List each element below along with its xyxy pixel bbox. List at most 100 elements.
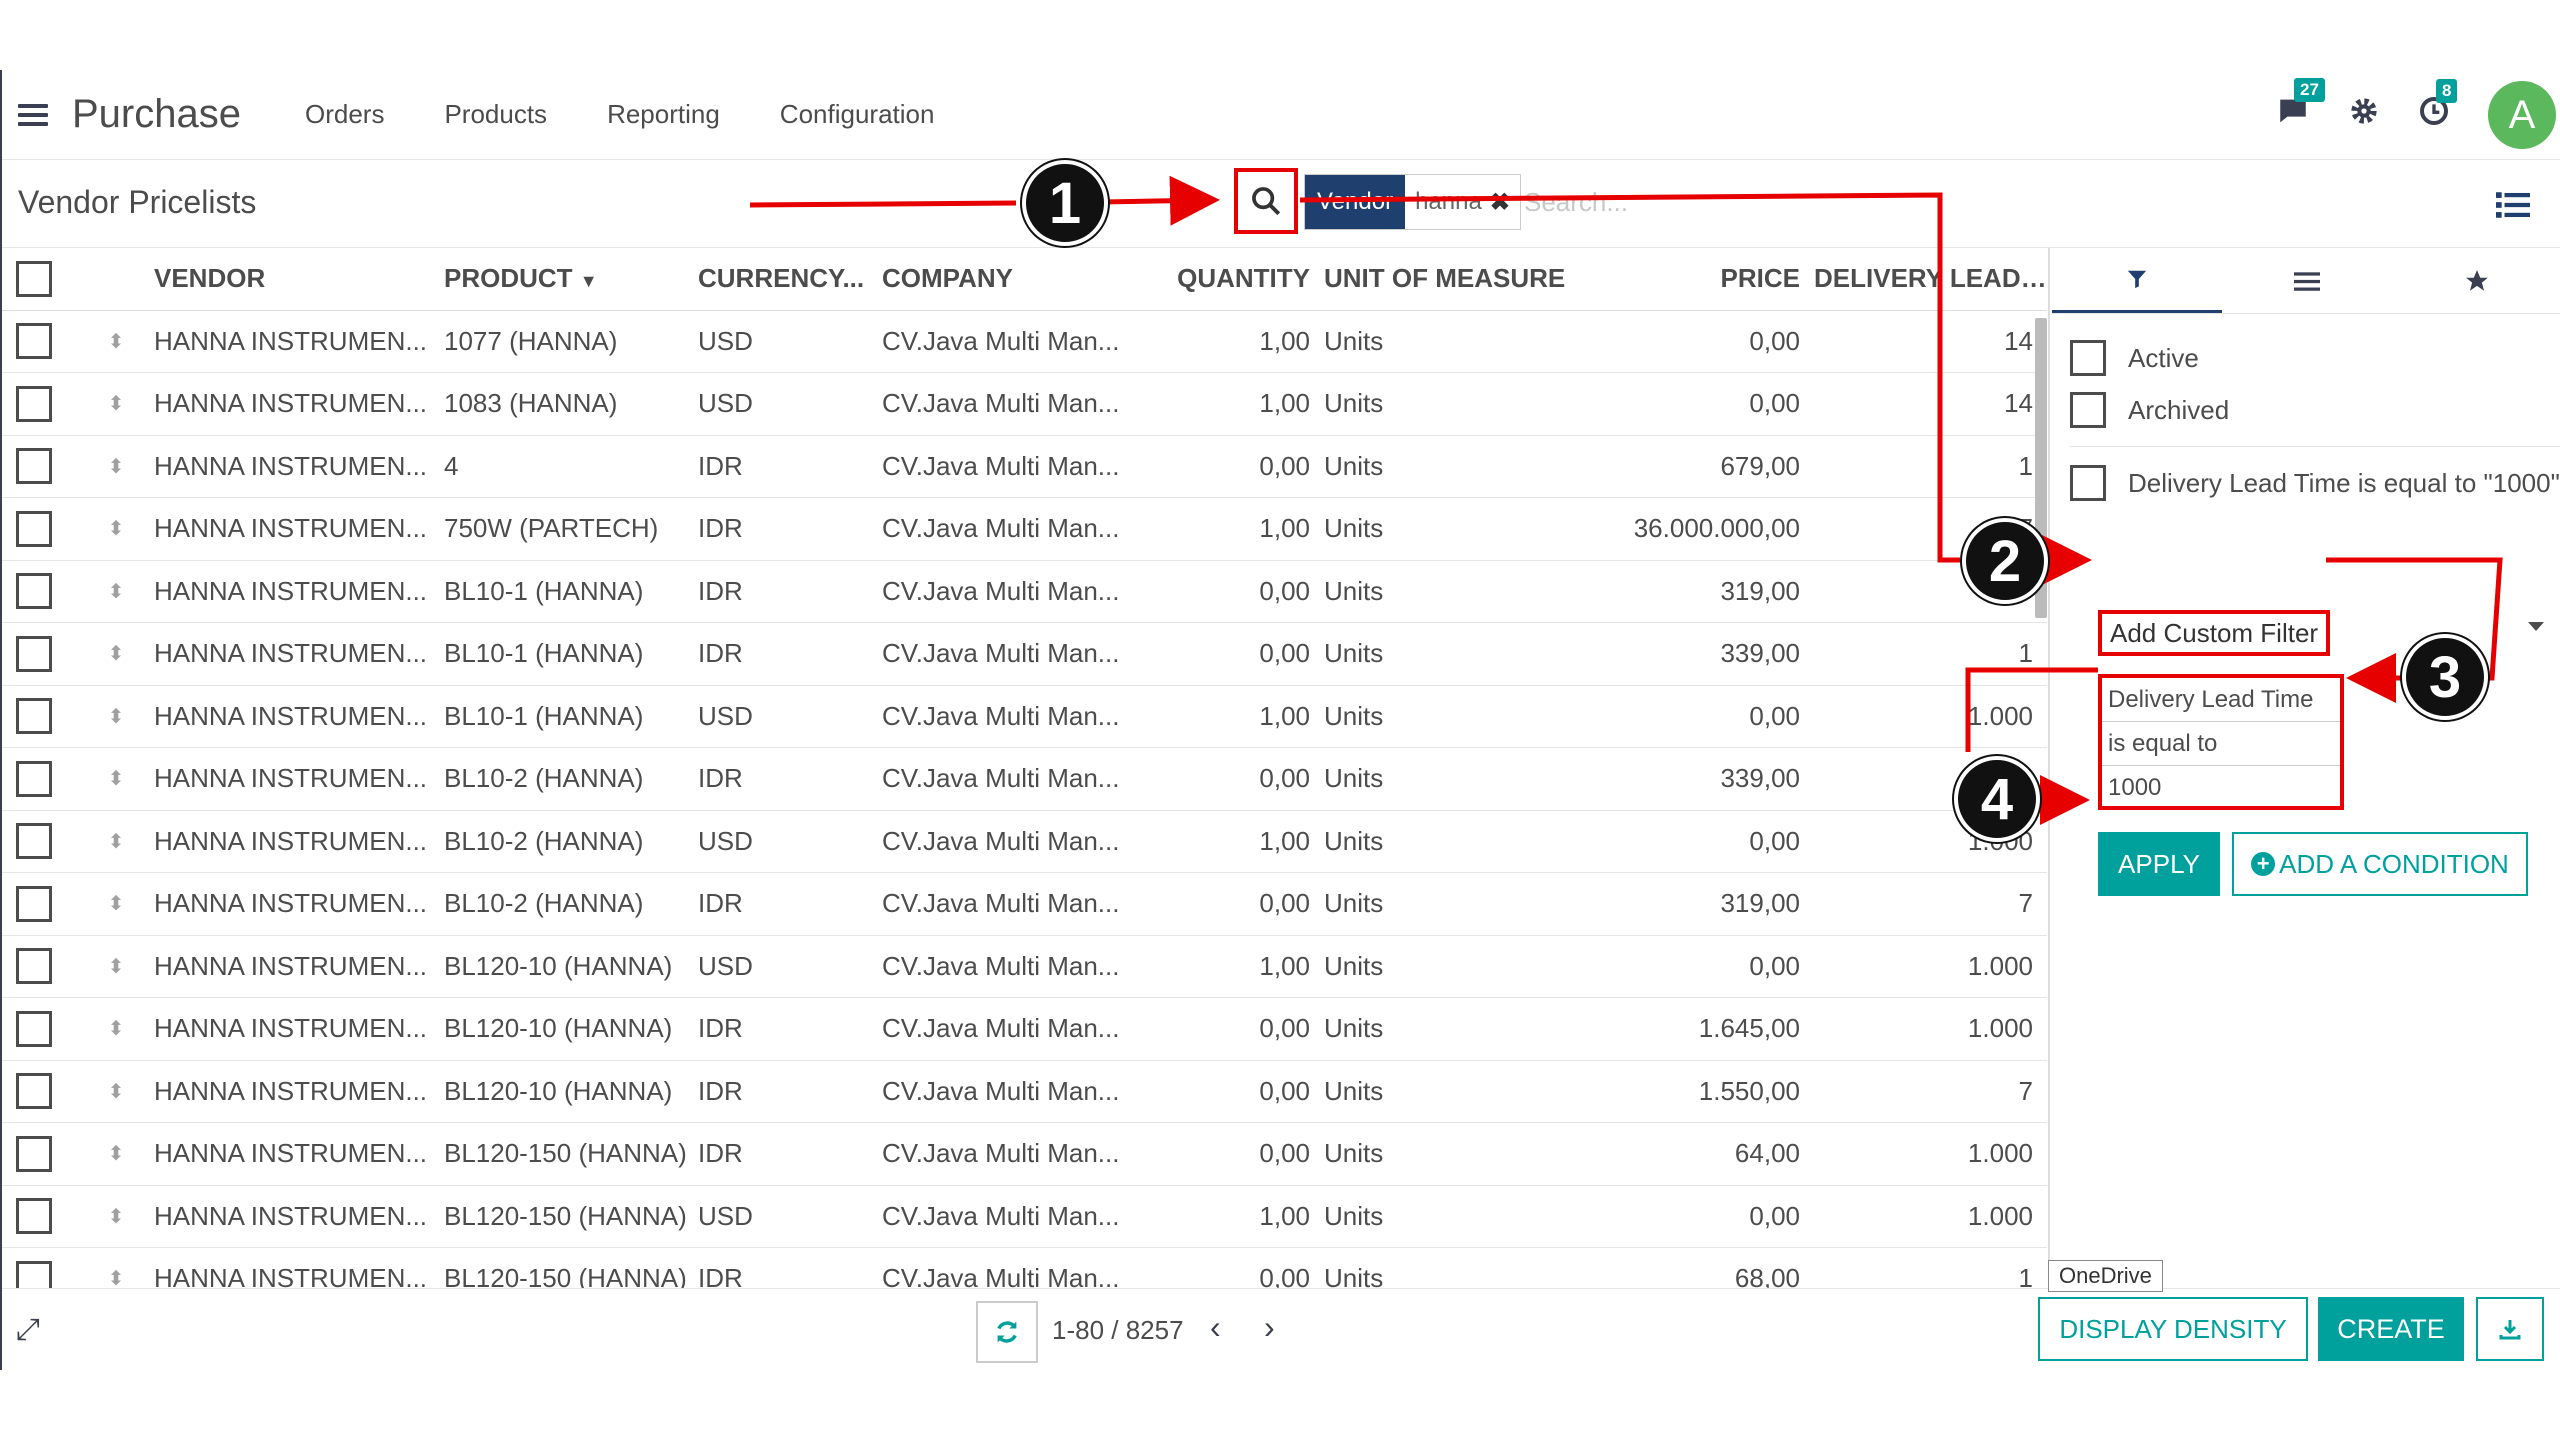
filter-archived[interactable]: Archived: [2052, 384, 2560, 436]
hamburger-menu-icon[interactable]: [18, 103, 48, 126]
row-drag-handle-icon[interactable]: ⬍: [78, 747, 154, 811]
facet-remove-icon[interactable]: ✖: [1490, 188, 1510, 217]
tab-filters[interactable]: [2052, 248, 2222, 313]
row-select-cell[interactable]: [2, 810, 78, 873]
table-row[interactable]: ⬍ HANNA INSTRUMEN... BL10-1 (HANNA) IDR CV.J…: [2, 560, 2047, 623]
header-company[interactable]: COMPANY: [882, 248, 1152, 311]
add-custom-filter-toggle[interactable]: Add Custom Filter: [2098, 610, 2331, 656]
table-row[interactable]: ⬍ HANNA INSTRUMEN... BL10-2 (HANNA) IDR CV.J…: [2, 872, 2047, 936]
table-row[interactable]: ⬍ HANNA INSTRUMEN... 1083 (HANNA) USD CV.Jav…: [2, 372, 2047, 436]
row-drag-handle-icon[interactable]: ⬍: [78, 622, 154, 686]
header-price[interactable]: PRICE: [1584, 248, 1814, 311]
row-checkbox[interactable]: [16, 510, 52, 547]
table-row[interactable]: ⬍ HANNA INSTRUMEN... BL120-150 (HANNA) IDR C…: [2, 1122, 2047, 1186]
row-drag-handle-icon[interactable]: ⬍: [78, 1185, 154, 1248]
row-drag-handle-icon[interactable]: ⬍: [78, 1122, 154, 1186]
table-row[interactable]: ⬍ HANNA INSTRUMEN... BL10-2 (HANNA) IDR CV.J…: [2, 747, 2047, 811]
menu-configuration[interactable]: Configuration: [780, 99, 935, 130]
filter-custom-lead-time[interactable]: Delivery Lead Time is equal to "1000": [2052, 457, 2560, 509]
refresh-button[interactable]: [976, 1301, 1038, 1363]
table-row[interactable]: ⬍ HANNA INSTRUMEN... BL120-10 (HANNA) USD CV…: [2, 935, 2047, 998]
row-drag-handle-icon[interactable]: ⬍: [78, 872, 154, 936]
row-drag-handle-icon[interactable]: ⬍: [78, 997, 154, 1061]
display-density-button[interactable]: DISPLAY DENSITY: [2038, 1297, 2308, 1361]
row-drag-handle-icon[interactable]: ⬍: [78, 1247, 154, 1288]
row-select-cell[interactable]: [2, 935, 78, 998]
table-row[interactable]: ⬍ HANNA INSTRUMEN... BL10-1 (HANNA) IDR CV.J…: [2, 622, 2047, 686]
row-select-cell[interactable]: [2, 622, 78, 686]
row-checkbox[interactable]: [16, 698, 52, 735]
header-lead-time[interactable]: DELIVERY LEAD T... ⋮: [1814, 248, 2047, 311]
row-checkbox[interactable]: [16, 1135, 52, 1172]
table-row[interactable]: ⬍ HANNA INSTRUMEN... BL120-150 (HANNA) IDR C…: [2, 1247, 2047, 1288]
table-row[interactable]: ⬍ HANNA INSTRUMEN... 4 IDR CV.Java Multi Man…: [2, 435, 2047, 498]
search-button[interactable]: [1234, 168, 1298, 234]
activity-clock-icon[interactable]: 8: [2418, 78, 2458, 136]
row-checkbox[interactable]: [16, 1260, 52, 1288]
condition-field-select[interactable]: Delivery Lead Time: [2102, 678, 2340, 722]
menu-products[interactable]: Products: [444, 99, 547, 130]
row-select-cell[interactable]: [2, 747, 78, 811]
table-row[interactable]: ⬍ HANNA INSTRUMEN... 1077 (HANNA) USD CV.Jav…: [2, 310, 2047, 373]
row-checkbox[interactable]: [16, 573, 52, 610]
search-input[interactable]: [1524, 180, 1924, 224]
pager-next-icon[interactable]: ›: [1264, 1309, 1275, 1346]
header-currency[interactable]: CURRENCY...: [698, 248, 882, 311]
row-select-cell[interactable]: [2, 1185, 78, 1248]
select-all-cell[interactable]: [2, 248, 78, 311]
row-checkbox[interactable]: [16, 885, 52, 922]
condition-operator-select[interactable]: is equal to: [2102, 722, 2340, 766]
row-select-cell[interactable]: [2, 872, 78, 936]
search-facet[interactable]: Vendor hanna ✖: [1304, 174, 1521, 230]
row-select-cell[interactable]: [2, 310, 78, 373]
filter-custom-checkbox[interactable]: [2070, 465, 2106, 501]
row-checkbox[interactable]: [16, 1198, 52, 1235]
row-drag-handle-icon[interactable]: ⬍: [78, 435, 154, 498]
pager-value[interactable]: 1-80 / 8257: [1052, 1315, 1184, 1346]
select-all-checkbox[interactable]: [16, 260, 52, 297]
header-product[interactable]: PRODUCT ▼: [444, 248, 698, 311]
filter-archived-checkbox[interactable]: [2070, 392, 2106, 428]
condition-value-input[interactable]: 1000: [2102, 766, 2340, 810]
row-checkbox[interactable]: [16, 1010, 52, 1047]
avatar[interactable]: A: [2488, 81, 2556, 149]
create-button[interactable]: CREATE: [2318, 1297, 2464, 1361]
row-select-cell[interactable]: [2, 1247, 78, 1288]
table-row[interactable]: ⬍ HANNA INSTRUMEN... BL120-10 (HANNA) IDR CV…: [2, 997, 2047, 1061]
header-quantity[interactable]: QUANTITY: [1152, 248, 1324, 311]
tab-group-by[interactable]: [2222, 248, 2392, 313]
row-drag-handle-icon[interactable]: ⬍: [78, 810, 154, 873]
download-button[interactable]: [2476, 1297, 2544, 1361]
row-checkbox[interactable]: [16, 323, 52, 360]
row-drag-handle-icon[interactable]: ⬍: [78, 560, 154, 623]
header-vendor[interactable]: VENDOR: [154, 248, 444, 311]
table-row[interactable]: ⬍ HANNA INSTRUMEN... BL10-1 (HANNA) USD CV.J…: [2, 685, 2047, 748]
add-condition-button[interactable]: + ADD A CONDITION: [2232, 832, 2528, 896]
row-drag-handle-icon[interactable]: ⬍: [78, 685, 154, 748]
row-select-cell[interactable]: [2, 1122, 78, 1186]
tab-favorites[interactable]: [2392, 248, 2560, 313]
table-row[interactable]: ⬍ HANNA INSTRUMEN... BL120-150 (HANNA) USD C…: [2, 1185, 2047, 1248]
row-select-cell[interactable]: [2, 435, 78, 498]
row-checkbox[interactable]: [16, 448, 52, 485]
table-row[interactable]: ⬍ HANNA INSTRUMEN... BL10-2 (HANNA) USD CV.J…: [2, 810, 2047, 873]
list-view-icon[interactable]: [2496, 190, 2530, 225]
table-row[interactable]: ⬍ HANNA INSTRUMEN... 750W (PARTECH) IDR CV.J…: [2, 497, 2047, 561]
header-uom[interactable]: UNIT OF MEASURE: [1324, 248, 1584, 311]
filter-active[interactable]: Active: [2052, 332, 2560, 384]
table-row[interactable]: ⬍ HANNA INSTRUMEN... BL120-10 (HANNA) IDR CV…: [2, 1060, 2047, 1123]
row-select-cell[interactable]: [2, 372, 78, 436]
menu-reporting[interactable]: Reporting: [607, 99, 720, 130]
row-select-cell[interactable]: [2, 997, 78, 1061]
row-checkbox[interactable]: [16, 1073, 52, 1110]
row-checkbox[interactable]: [16, 823, 52, 860]
chat-icon[interactable]: 27: [2276, 77, 2325, 137]
row-drag-handle-icon[interactable]: ⬍: [78, 372, 154, 436]
menu-orders[interactable]: Orders: [305, 99, 384, 130]
app-name[interactable]: Purchase: [72, 92, 241, 137]
expand-icon[interactable]: ⤢: [16, 1313, 40, 1347]
row-drag-handle-icon[interactable]: ⬍: [78, 310, 154, 373]
filter-active-checkbox[interactable]: [2070, 340, 2106, 376]
row-select-cell[interactable]: [2, 497, 78, 561]
row-checkbox[interactable]: [16, 948, 52, 985]
